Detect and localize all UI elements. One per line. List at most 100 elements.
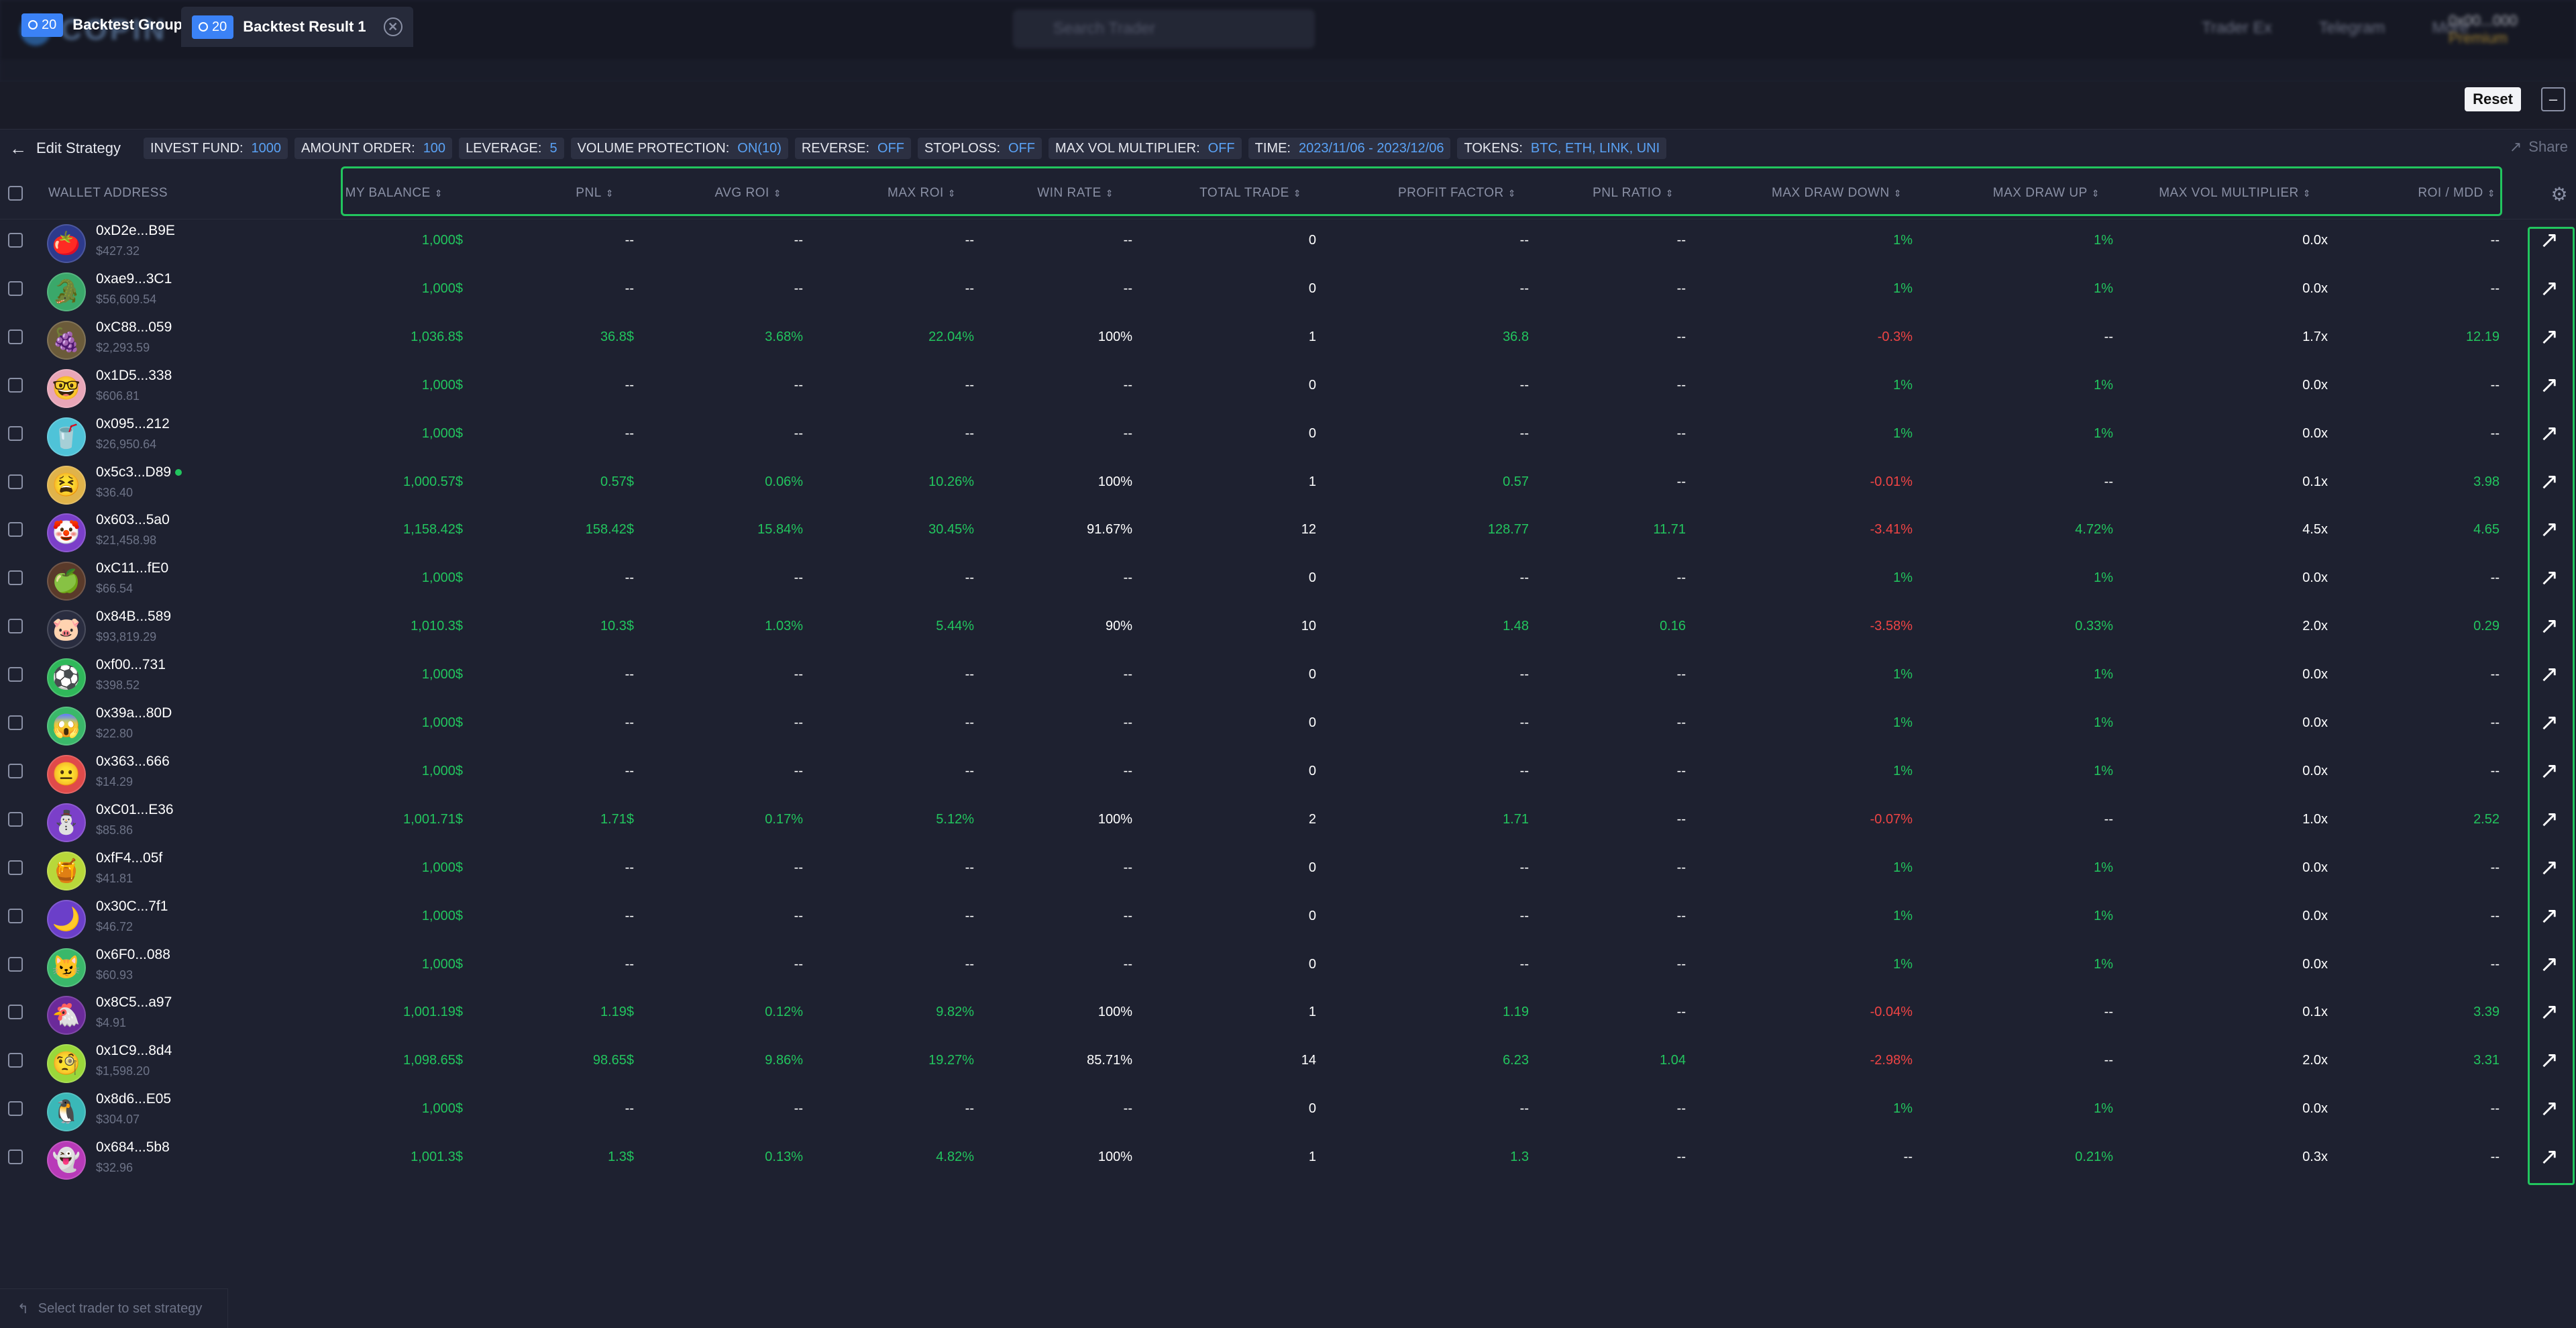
gear-icon[interactable]: ⚙: [2549, 185, 2569, 205]
nav-item[interactable]: Trader Ex: [2202, 19, 2271, 38]
open-detail-arrow-icon[interactable]: ↗: [2536, 420, 2563, 447]
open-detail-arrow-icon[interactable]: ↗: [2536, 709, 2563, 736]
column-header-max-draw-down[interactable]: MAX DRAW DOWN ⇕: [1772, 168, 1902, 219]
global-search-input[interactable]: Search Trader: [1013, 9, 1315, 48]
column-header-max-draw-up[interactable]: MAX DRAW UP ⇕: [1993, 168, 2100, 219]
column-header-win-rate[interactable]: WIN RATE ⇕: [1037, 168, 1114, 219]
wallet-address-link[interactable]: 0x684...5b8: [96, 1139, 170, 1156]
wallet-address-link[interactable]: 0x8d6...E05: [96, 1091, 171, 1107]
table-row[interactable]: 😼 0x6F0...088 $60.93 1,000$ -- -- -- -- 0 -- -- 1% 1…: [0, 940, 2576, 988]
wallet-address-link[interactable]: 0x1C9...8d4: [96, 1043, 172, 1059]
table-row[interactable]: ⛄ 0xC01...E36 $85.86 1,001.71$ 1.71$ 0.17% 5.1…: [0, 795, 2576, 844]
column-header-avg-roi[interactable]: AVG ROI ⇕: [714, 168, 782, 219]
close-icon[interactable]: ✕: [383, 17, 402, 36]
table-row[interactable]: 🐧 0x8d6...E05 $304.07 1,000$ -- -- -- -- 0 -- -- 1%…: [0, 1084, 2576, 1133]
open-detail-arrow-icon[interactable]: ↗: [2536, 1095, 2563, 1122]
row-checkbox[interactable]: [8, 425, 23, 441]
open-detail-arrow-icon[interactable]: ↗: [2536, 227, 2563, 254]
column-header-max-roi[interactable]: MAX ROI ⇕: [888, 168, 956, 219]
column-header-pnl-ratio[interactable]: PNL RATIO ⇕: [1593, 168, 1674, 219]
select-all-checkbox[interactable]: [8, 186, 23, 201]
open-detail-arrow-icon[interactable]: ↗: [2536, 806, 2563, 833]
table-row[interactable]: ⚽ 0xf00...731 $398.52 1,000$ -- -- -- -- 0 -- -- 1%…: [0, 650, 2576, 699]
wallet-address-link[interactable]: 0x603...5a0: [96, 512, 170, 528]
tab-backtest-group[interactable]: 20 Backtest Group: [11, 7, 193, 43]
table-row[interactable]: 🐷 0x84B...589 $93,819.29 1,010.3$ 10.3$ 1.03%…: [0, 602, 2576, 650]
wallet-address-link[interactable]: 0x39a...80D: [96, 705, 172, 721]
wallet-address-link[interactable]: 0xC01...E36: [96, 802, 174, 818]
open-detail-arrow-icon[interactable]: ↗: [2536, 758, 2563, 784]
wallet-address-link[interactable]: 0xf00...731: [96, 657, 166, 673]
table-row[interactable]: 🐔 0x8C5...a97 $4.91 1,001.19$ 1.19$ 0.12% 9.82…: [0, 988, 2576, 1036]
row-checkbox[interactable]: [8, 763, 23, 778]
wallet-address-link[interactable]: 0x095...212: [96, 416, 170, 432]
table-row[interactable]: 🍅 0xD2e...B9E $427.32 1,000$ -- -- -- -- 0 -- -- 1%…: [0, 216, 2576, 264]
row-checkbox[interactable]: [8, 570, 23, 586]
row-checkbox[interactable]: [8, 474, 23, 489]
row-checkbox[interactable]: [8, 1101, 23, 1117]
row-checkbox[interactable]: [8, 860, 23, 875]
wallet-address-link[interactable]: 0xfF4...05f: [96, 850, 162, 866]
table-row[interactable]: 😫 0x5c3...D89 $36.40 1,000.57$ 0.57$ 0.06% 10.…: [0, 458, 2576, 506]
open-detail-arrow-icon[interactable]: ↗: [2536, 903, 2563, 929]
wallet-address-link[interactable]: 0x84B...589: [96, 609, 171, 625]
row-checkbox[interactable]: [8, 1053, 23, 1068]
open-detail-arrow-icon[interactable]: ↗: [2536, 951, 2563, 978]
row-checkbox[interactable]: [8, 619, 23, 634]
row-checkbox[interactable]: [8, 522, 23, 538]
table-row[interactable]: 🍇 0xC88...059 $2,293.59 1,036.8$ 36.8$ 3.68% 2…: [0, 313, 2576, 361]
wallet-address-link[interactable]: 0x8C5...a97: [96, 994, 172, 1011]
row-checkbox[interactable]: [8, 715, 23, 730]
row-checkbox[interactable]: [8, 280, 23, 296]
row-checkbox[interactable]: [8, 377, 23, 393]
column-header-max-vol-multiplier[interactable]: MAX VOL MULTIPLIER ⇕: [2159, 168, 2311, 219]
open-detail-arrow-icon[interactable]: ↗: [2536, 372, 2563, 399]
open-detail-arrow-icon[interactable]: ↗: [2536, 323, 2563, 350]
table-row[interactable]: 🍏 0xC11...fE0 $66.54 1,000$ -- -- -- -- 0 -- -- 1% 1…: [0, 554, 2576, 602]
column-header-pnl[interactable]: PNL ⇕: [576, 168, 614, 219]
table-row[interactable]: 😐 0x363...666 $14.29 1,000$ -- -- -- -- 0 -- -- 1% 1…: [0, 747, 2576, 795]
wallet-address-link[interactable]: 0xC11...fE0: [96, 560, 168, 576]
table-row[interactable]: 🐊 0xae9...3C1 $56,609.54 1,000$ -- -- -- -- 0 -- -…: [0, 264, 2576, 313]
table-row[interactable]: 🧐 0x1C9...8d4 $1,598.20 1,098.65$ 98.65$ 9.86…: [0, 1036, 2576, 1084]
column-header-total-trade[interactable]: TOTAL TRADE ⇕: [1199, 168, 1301, 219]
wallet-address-link[interactable]: 0xC88...059: [96, 319, 172, 336]
wallet-address-link[interactable]: 0xD2e...B9E: [96, 223, 175, 239]
open-detail-arrow-icon[interactable]: ↗: [2536, 613, 2563, 640]
edit-strategy-button[interactable]: ← Edit Strategy: [9, 138, 137, 159]
column-header-profit-factor[interactable]: PROFIT FACTOR ⇕: [1398, 168, 1516, 219]
tab-backtest-result[interactable]: 20 Backtest Result 1 ✕: [181, 7, 413, 47]
table-row[interactable]: 👻 0x684...5b8 $32.96 1,001.3$ 1.3$ 0.13% 4.82%…: [0, 1133, 2576, 1181]
row-checkbox[interactable]: [8, 1005, 23, 1020]
minimize-button[interactable]: –: [2541, 87, 2565, 111]
column-header-my-balance[interactable]: MY BALANCE ⇕: [345, 168, 443, 219]
row-checkbox[interactable]: [8, 956, 23, 972]
column-header-roi-mdd[interactable]: ROI / MDD ⇕: [2418, 168, 2496, 219]
nav-item[interactable]: Telegram: [2319, 19, 2385, 38]
wallet-address-link[interactable]: 0x1D5...338: [96, 368, 172, 384]
table-row[interactable]: 🍯 0xfF4...05f $41.81 1,000$ -- -- -- -- 0 -- -- 1% 1…: [0, 844, 2576, 892]
open-detail-arrow-icon[interactable]: ↗: [2536, 516, 2563, 543]
wallet-address-link[interactable]: 0x30C...7f1: [96, 899, 168, 915]
open-detail-arrow-icon[interactable]: ↗: [2536, 1047, 2563, 1074]
share-button[interactable]: ↗ Share: [2510, 138, 2568, 156]
table-row[interactable]: 🤓 0x1D5...338 $606.81 1,000$ -- -- -- -- 0 -- -- 1%…: [0, 361, 2576, 409]
open-detail-arrow-icon[interactable]: ↗: [2536, 999, 2563, 1025]
open-detail-arrow-icon[interactable]: ↗: [2536, 275, 2563, 302]
row-checkbox[interactable]: [8, 233, 23, 248]
table-row[interactable]: 😱 0x39a...80D $22.80 1,000$ -- -- -- -- 0 -- -- 1% 1…: [0, 699, 2576, 747]
row-checkbox[interactable]: [8, 908, 23, 923]
wallet-address-link[interactable]: 0xae9...3C1: [96, 271, 172, 287]
open-detail-arrow-icon[interactable]: ↗: [2536, 854, 2563, 881]
table-row[interactable]: 🥤 0x095...212 $26,950.64 1,000$ -- -- -- -- 0 -- -…: [0, 409, 2576, 458]
wallet-address-link[interactable]: 0x6F0...088: [96, 947, 170, 963]
row-checkbox[interactable]: [8, 329, 23, 344]
table-row[interactable]: 🌙 0x30C...7f1 $46.72 1,000$ -- -- -- -- 0 -- -- 1% 1…: [0, 892, 2576, 940]
user-menu[interactable]: 0x00...000 Premium: [2449, 12, 2556, 48]
open-detail-arrow-icon[interactable]: ↗: [2536, 468, 2563, 495]
wallet-address-link[interactable]: 0x363...666: [96, 754, 170, 770]
table-row[interactable]: 🤡 0x603...5a0 $21,458.98 1,158.42$ 158.42$ 15…: [0, 505, 2576, 554]
open-detail-arrow-icon[interactable]: ↗: [2536, 1143, 2563, 1170]
row-checkbox[interactable]: [8, 1150, 23, 1165]
open-detail-arrow-icon[interactable]: ↗: [2536, 564, 2563, 591]
